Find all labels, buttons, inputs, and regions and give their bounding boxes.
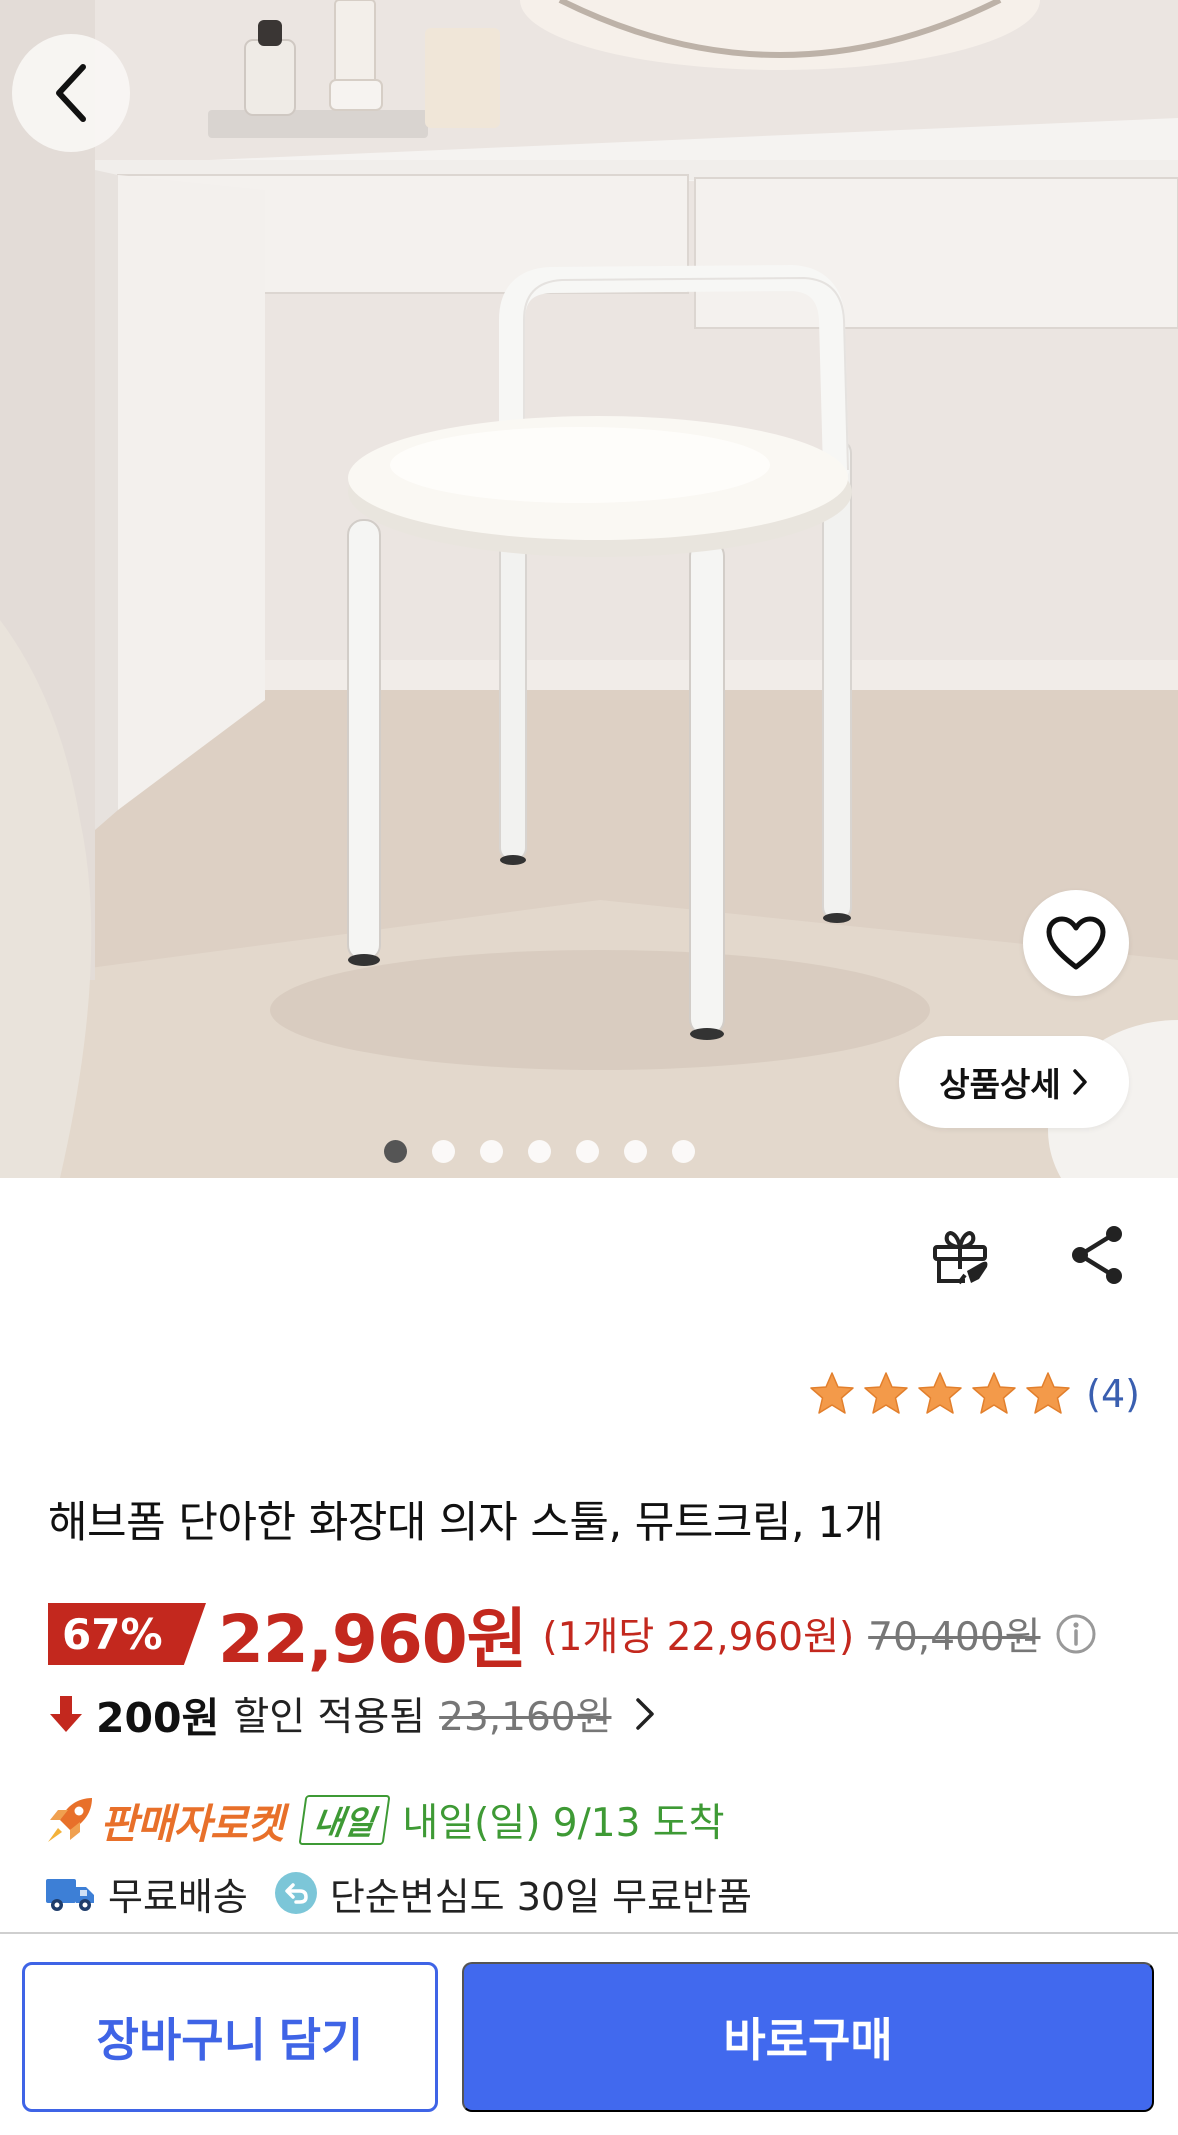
product-image-gallery[interactable]: 상품상세 (0, 0, 1178, 1178)
delivery-info: 판매자로켓 내일 내일(일) 9/13 도착 (44, 1790, 725, 1850)
star-icon (918, 1372, 962, 1414)
arrow-down-icon (50, 1696, 82, 1732)
star-icon (864, 1372, 908, 1414)
original-price: 70,400원 (868, 1615, 1041, 1660)
gallery-pagination (0, 1140, 1178, 1163)
price-row: 67% 22,960원 (1개당 22,960원) 70,400원 (48, 1596, 1097, 1678)
coupon-amount: 200원 (96, 1694, 220, 1742)
star-icon (972, 1372, 1016, 1414)
add-to-cart-button[interactable]: 장바구니 담기 (22, 1962, 438, 2112)
heart-icon (1046, 916, 1106, 970)
rating-stars (808, 1370, 1072, 1418)
product-rating[interactable]: (4) (808, 1370, 1140, 1418)
unit-price: (1개당 22,960원) (542, 1615, 855, 1660)
shipping-info: 무료배송 단순변심도 30일 무료반품 (44, 1866, 752, 1920)
product-detail-label: 상품상세 (939, 1065, 1061, 1104)
info-icon[interactable] (1055, 1613, 1097, 1655)
arrival-date: 내일(일) 9/13 도착 (402, 1801, 725, 1846)
pagination-dot[interactable] (527, 1140, 551, 1163)
free-shipping-label: 무료배송 (108, 1874, 248, 1919)
star-icon (1026, 1372, 1070, 1414)
pagination-dot[interactable] (623, 1140, 647, 1163)
pagination-dot[interactable] (479, 1140, 503, 1163)
wishlist-button[interactable] (1023, 890, 1129, 996)
coupon-before-price: 23,160원 (439, 1695, 612, 1740)
sale-price: 22,960원 (218, 1601, 527, 1678)
chevron-right-icon (1072, 1069, 1087, 1095)
review-count[interactable]: (4) (1086, 1372, 1140, 1416)
tomorrow-badge: 내일 (298, 1795, 390, 1845)
pagination-dot[interactable] (383, 1140, 407, 1163)
back-chevron-icon (56, 64, 86, 122)
discount-badge: 67% (48, 1603, 206, 1665)
product-image (0, 0, 1178, 1178)
share-icon[interactable] (1068, 1224, 1126, 1286)
pagination-dot[interactable] (671, 1140, 695, 1163)
return-policy-label: 단순변심도 30일 무료반품 (329, 1874, 752, 1919)
bottom-action-bar: 장바구니 담기 바로구매 (0, 1932, 1178, 2135)
star-icon (810, 1372, 854, 1414)
return-icon (274, 1872, 317, 1914)
product-title: 해브폼 단아한 화장대 의자 스툴, 뮤트크림, 1개 (48, 1498, 884, 1548)
back-button[interactable] (12, 34, 130, 152)
rocket-icon (48, 1798, 92, 1842)
product-detail-button[interactable]: 상품상세 (899, 1036, 1129, 1128)
buy-now-button[interactable]: 바로구매 (462, 1962, 1154, 2112)
coupon-discount-row[interactable]: 200원 할인 적용됨 23,160원 (48, 1686, 657, 1742)
rocket-delivery-label: 판매자로켓 (100, 1800, 285, 1848)
pagination-dot[interactable] (431, 1140, 455, 1163)
chevron-right-icon (636, 1698, 655, 1730)
gift-icon[interactable] (929, 1225, 991, 1287)
pagination-dot[interactable] (575, 1140, 599, 1163)
coupon-label: 할인 적용됨 (233, 1695, 426, 1740)
truck-icon (46, 1879, 94, 1911)
